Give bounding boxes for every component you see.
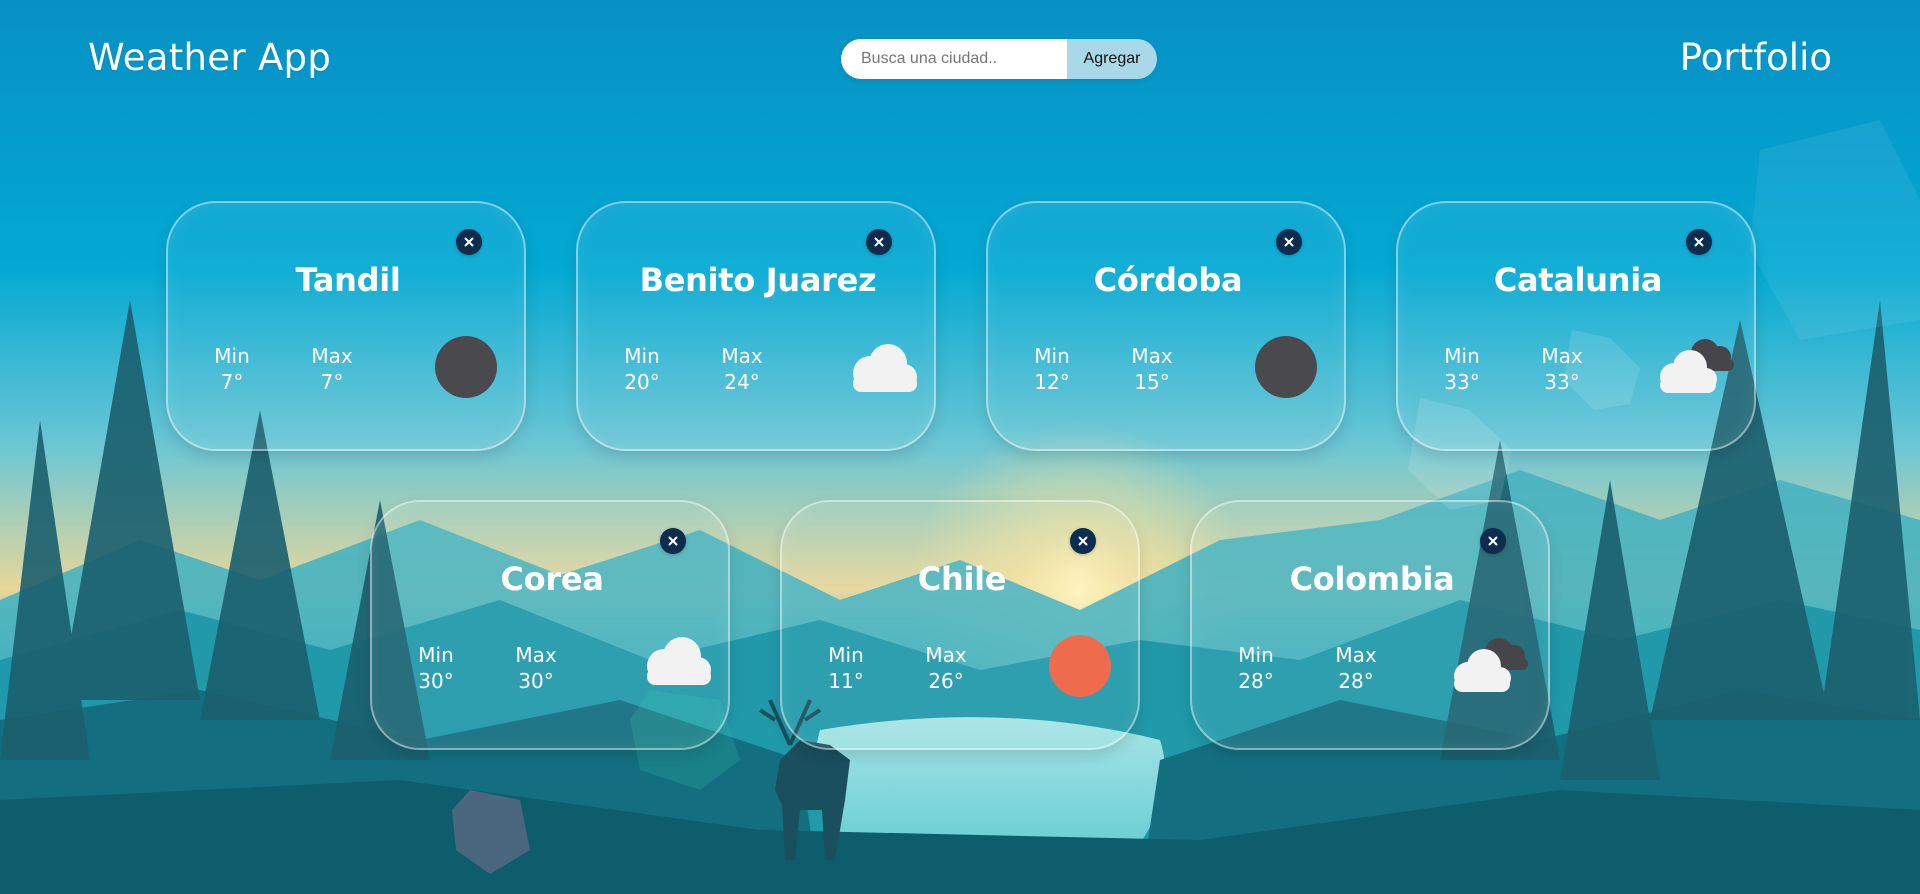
city-card: Chile Min 11° Max 26°	[780, 500, 1140, 750]
max-temp: Max 30°	[496, 642, 576, 694]
dark-circle-icon	[435, 336, 497, 398]
min-value: 30°	[418, 669, 454, 693]
city-card: Colombia Min 28° Max 28°	[1190, 500, 1550, 750]
cloud-icon	[853, 344, 917, 392]
city-card: Catalunia Min 33° Max 33°	[1396, 201, 1756, 451]
min-label: Min	[214, 344, 250, 368]
max-value: 15°	[1134, 370, 1170, 394]
min-temp: Min 20°	[602, 343, 682, 395]
city-name: Chile	[917, 560, 1007, 598]
max-label: Max	[1131, 344, 1173, 368]
close-icon[interactable]	[866, 229, 892, 255]
city-card: Corea Min 30° Max 30°	[370, 500, 730, 750]
city-card: Tandil Min 7° Max 7°	[166, 201, 526, 451]
dark-circle-icon	[1255, 336, 1317, 398]
cloud-icon	[647, 637, 711, 685]
city-card: Benito Juarez Min 20° Max 24°	[576, 201, 936, 451]
min-value: 33°	[1444, 370, 1480, 394]
max-value: 24°	[724, 370, 760, 394]
max-value: 26°	[928, 669, 964, 693]
min-value: 20°	[624, 370, 660, 394]
city-name: Colombia	[1289, 560, 1455, 598]
city-name: Córdoba	[1093, 261, 1243, 299]
city-name: Tandil	[295, 261, 401, 299]
min-label: Min	[624, 344, 660, 368]
min-temp: Min 30°	[396, 642, 476, 694]
min-label: Min	[1444, 344, 1480, 368]
max-temp: Max 33°	[1522, 343, 1602, 395]
max-temp: Max 7°	[292, 343, 372, 395]
max-value: 33°	[1544, 370, 1580, 394]
max-label: Max	[1335, 643, 1377, 667]
min-value: 12°	[1034, 370, 1070, 394]
max-temp: Max 28°	[1316, 642, 1396, 694]
max-value: 7°	[320, 370, 344, 394]
min-value: 7°	[220, 370, 244, 394]
close-icon[interactable]	[456, 229, 482, 255]
storm-clouds-icon	[1660, 339, 1734, 393]
max-value: 30°	[518, 669, 554, 693]
close-icon[interactable]	[1480, 528, 1506, 554]
max-temp: Max 24°	[702, 343, 782, 395]
min-label: Min	[418, 643, 454, 667]
min-value: 28°	[1238, 669, 1274, 693]
max-temp: Max 15°	[1112, 343, 1192, 395]
close-icon[interactable]	[660, 528, 686, 554]
close-icon[interactable]	[1070, 528, 1096, 554]
weather-cards: Tandil Min 7° Max 7° Benito Juarez Min 2…	[0, 0, 1920, 894]
sun-icon	[1049, 635, 1111, 697]
min-label: Min	[1238, 643, 1274, 667]
max-label: Max	[515, 643, 557, 667]
min-label: Min	[828, 643, 864, 667]
min-value: 11°	[828, 669, 864, 693]
storm-clouds-icon	[1454, 638, 1528, 692]
close-icon[interactable]	[1686, 229, 1712, 255]
max-label: Max	[1541, 344, 1583, 368]
min-temp: Min 11°	[806, 642, 886, 694]
max-label: Max	[925, 643, 967, 667]
min-temp: Min 33°	[1422, 343, 1502, 395]
max-value: 28°	[1338, 669, 1374, 693]
city-name: Catalunia	[1493, 261, 1663, 299]
min-temp: Min 7°	[192, 343, 272, 395]
min-temp: Min 12°	[1012, 343, 1092, 395]
max-label: Max	[311, 344, 353, 368]
max-label: Max	[721, 344, 763, 368]
city-card: Córdoba Min 12° Max 15°	[986, 201, 1346, 451]
close-icon[interactable]	[1276, 229, 1302, 255]
min-label: Min	[1034, 344, 1070, 368]
min-temp: Min 28°	[1216, 642, 1296, 694]
city-name: Benito Juarez	[639, 261, 877, 299]
max-temp: Max 26°	[906, 642, 986, 694]
city-name: Corea	[500, 560, 604, 598]
